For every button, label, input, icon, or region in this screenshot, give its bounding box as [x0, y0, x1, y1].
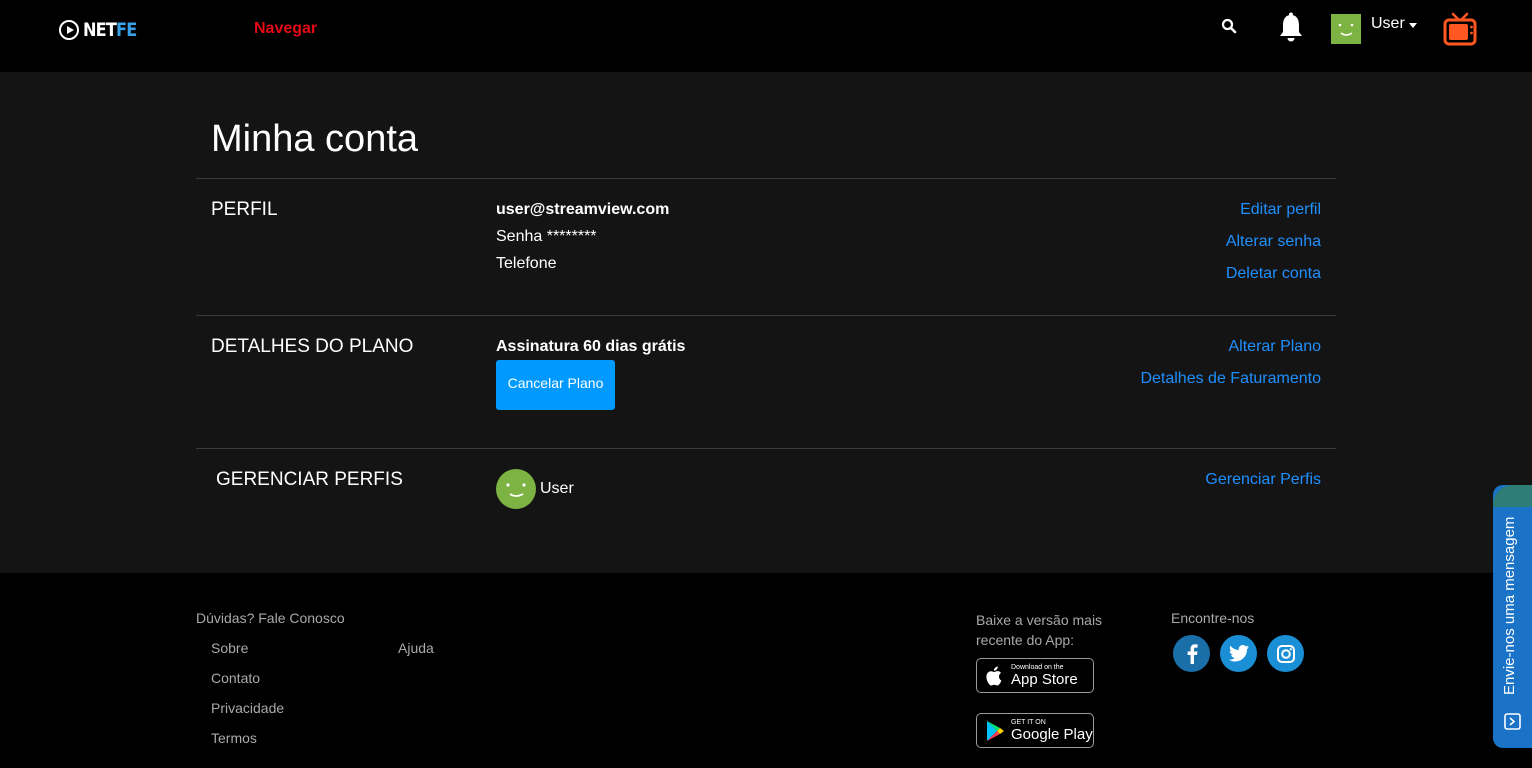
user-name: User	[1371, 15, 1405, 32]
profile-item[interactable]: User	[496, 469, 574, 509]
phone-text: Telefone	[496, 255, 557, 272]
manage-profiles-row: GERENCIAR PERFIS User Gerenciar Perfis	[196, 448, 1336, 568]
edit-profile-link[interactable]: Editar perfil	[1226, 201, 1321, 233]
plan-label: DETALHES DO PLANO	[211, 336, 414, 357]
user-menu-dropdown[interactable]: User	[1331, 14, 1417, 44]
cancel-plan-button[interactable]: Cancelar Plano	[496, 360, 615, 410]
google-play-badge[interactable]: GET IT ON Google Play	[976, 713, 1094, 748]
facebook-icon[interactable]	[1173, 635, 1210, 672]
profile-label: PERFIL	[211, 199, 278, 220]
plan-details: Assinatura 60 dias grátis Cancelar Plano	[496, 338, 685, 410]
navegar-link[interactable]: Navegar	[254, 20, 317, 38]
instagram-icon[interactable]	[1267, 635, 1304, 672]
google-play-icon	[987, 720, 1004, 741]
profile-avatar	[496, 469, 536, 509]
email-text: user@streamview.com	[496, 201, 670, 218]
footer-link-ajuda[interactable]: Ajuda	[398, 640, 434, 656]
chat-message-tab[interactable]: Envie-nos uma mensagem	[1493, 485, 1532, 748]
contact-heading: Dúvidas? Fale Conosco	[196, 610, 345, 626]
smiley-icon	[506, 483, 526, 497]
footer-link-termos[interactable]: Termos	[211, 730, 257, 746]
profile-row: PERFIL user@streamview.com Senha *******…	[196, 178, 1336, 315]
find-us-heading: Encontre-nos	[1171, 610, 1255, 626]
footer-link-privacidade[interactable]: Privacidade	[211, 700, 284, 716]
netfe-logo[interactable]: NETFE	[59, 19, 146, 41]
profile-name: User	[540, 480, 574, 497]
smiley-icon	[1338, 23, 1354, 36]
plan-actions: Alterar Plano Detalhes de Faturamento	[1140, 338, 1321, 402]
chat-tab-top	[1493, 485, 1532, 507]
manage-profiles-link[interactable]: Gerenciar Perfis	[1205, 471, 1321, 503]
password-text: Senha ********	[496, 228, 597, 245]
delete-account-link[interactable]: Deletar conta	[1226, 265, 1321, 297]
bell-icon[interactable]	[1277, 12, 1305, 44]
profile-actions: Editar perfil Alterar senha Deletar cont…	[1226, 201, 1321, 297]
billing-details-link[interactable]: Detalhes de Faturamento	[1140, 370, 1321, 402]
app-store-big: App Store	[1011, 670, 1078, 688]
app-download-text: Baixe a versão mais recente do App:	[976, 612, 1103, 648]
footer: Dúvidas? Fale Conosco Sobre Contato Priv…	[0, 573, 1532, 768]
change-plan-link[interactable]: Alterar Plano	[1140, 338, 1322, 370]
chat-icon	[1504, 713, 1521, 730]
profile-details: user@streamview.com Senha ******** Telef…	[496, 201, 669, 282]
apple-icon	[986, 666, 1002, 685]
profiles-list: User	[496, 469, 574, 509]
play-icon	[59, 20, 79, 40]
manage-profiles-actions: Gerenciar Perfis	[1205, 471, 1321, 503]
logo-text: NETFE	[83, 19, 137, 41]
chat-label: Envie-nos uma mensagem	[1501, 516, 1518, 695]
google-play-big: Google Play	[1011, 725, 1093, 743]
search-icon[interactable]	[1221, 18, 1237, 34]
twitter-icon[interactable]	[1220, 635, 1257, 672]
top-navbar: NETFE Navegar User	[0, 0, 1532, 72]
plan-row: DETALHES DO PLANO Assinatura 60 dias grá…	[196, 315, 1336, 448]
app-store-badge[interactable]: Download on the App Store	[976, 658, 1094, 693]
page-title: Minha conta	[211, 118, 419, 160]
tv-icon[interactable]	[1442, 12, 1478, 48]
footer-link-contato[interactable]: Contato	[211, 670, 260, 686]
caret-down-icon	[1408, 23, 1417, 28]
manage-profiles-label: GERENCIAR PERFIS	[216, 469, 403, 490]
change-password-link[interactable]: Alterar senha	[1226, 233, 1321, 265]
footer-link-sobre[interactable]: Sobre	[211, 640, 248, 656]
user-avatar	[1331, 14, 1361, 44]
